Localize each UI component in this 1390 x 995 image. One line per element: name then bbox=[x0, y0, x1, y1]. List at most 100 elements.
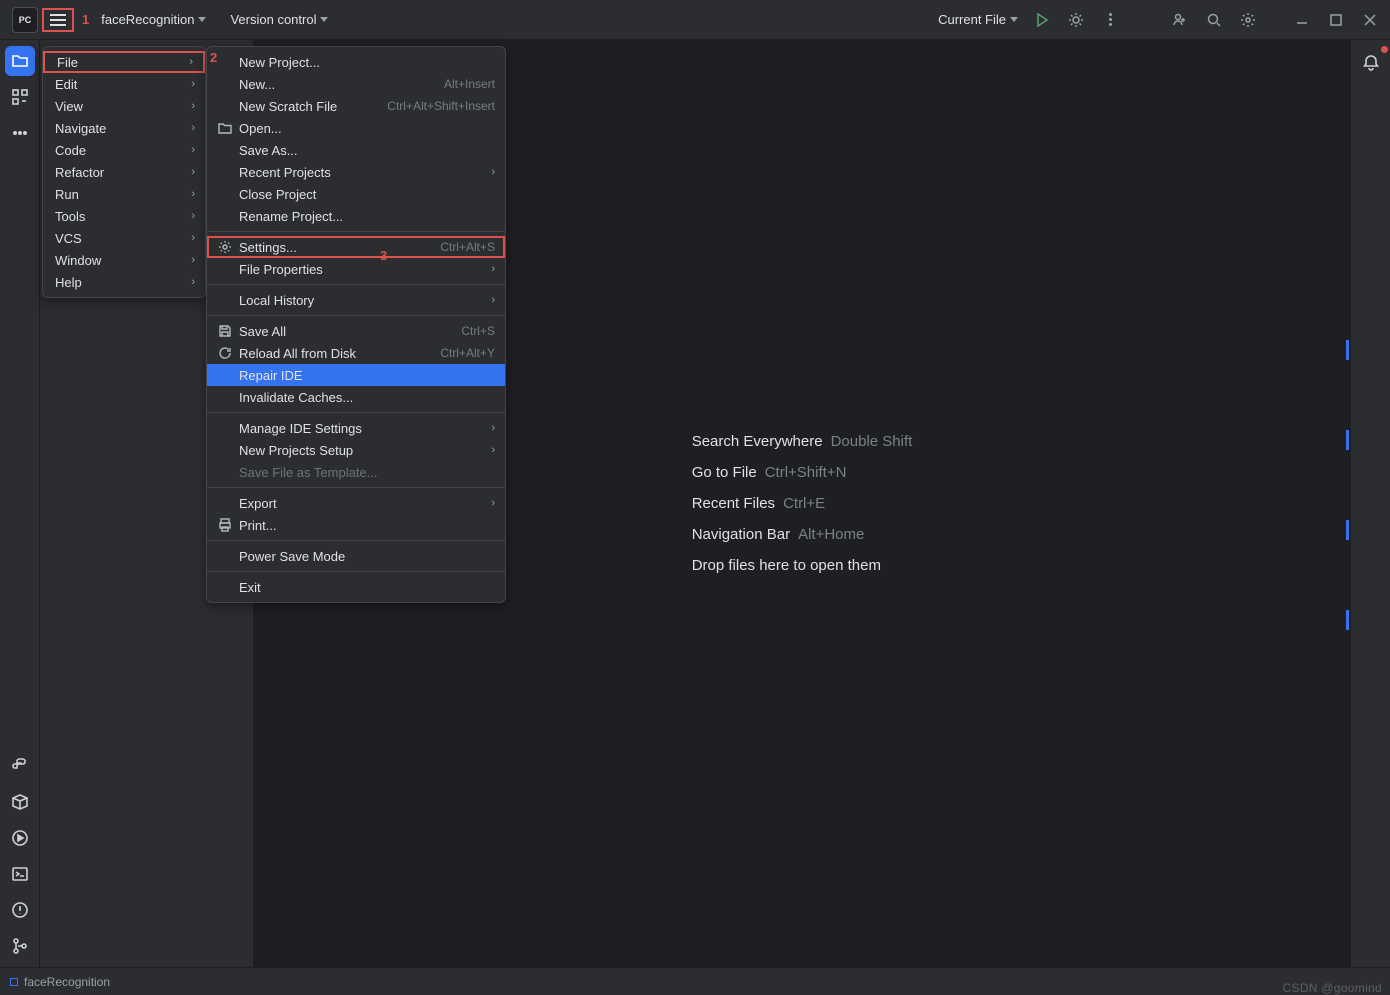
menu-item-file[interactable]: File› bbox=[43, 51, 205, 73]
file-export[interactable]: Export› bbox=[207, 492, 505, 514]
notifications-button[interactable] bbox=[1356, 48, 1386, 78]
chevron-down-icon bbox=[198, 17, 206, 22]
chevron-right-icon: › bbox=[491, 497, 495, 509]
scrollbar-marks bbox=[1346, 340, 1350, 630]
menu-item-edit[interactable]: Edit› bbox=[43, 73, 205, 95]
shortcut-label: Ctrl+Shift+N bbox=[765, 464, 847, 481]
terminal-button[interactable] bbox=[5, 859, 35, 889]
hint-goto-file: Go to FileCtrl+Shift+N bbox=[692, 464, 913, 481]
file-repair-ide[interactable]: Repair IDE bbox=[207, 364, 505, 386]
separator bbox=[207, 487, 505, 488]
python-packages-button[interactable] bbox=[5, 787, 35, 817]
chevron-right-icon: › bbox=[191, 188, 195, 200]
menu-item-window[interactable]: Window› bbox=[43, 249, 205, 271]
file-local-history[interactable]: Local History› bbox=[207, 289, 505, 311]
close-button[interactable] bbox=[1356, 6, 1384, 34]
file-close-project[interactable]: Close Project bbox=[207, 183, 505, 205]
separator bbox=[207, 412, 505, 413]
run-config-dropdown[interactable]: Current File bbox=[934, 8, 1022, 31]
chevron-right-icon: › bbox=[189, 56, 193, 68]
separator bbox=[207, 231, 505, 232]
chevron-right-icon: › bbox=[191, 144, 195, 156]
file-open[interactable]: Open... bbox=[207, 117, 505, 139]
separator bbox=[207, 315, 505, 316]
more-tools-button[interactable] bbox=[5, 118, 35, 148]
file-recent-projects[interactable]: Recent Projects› bbox=[207, 161, 505, 183]
project-dropdown[interactable]: faceRecognition bbox=[95, 8, 212, 31]
version-control-dropdown[interactable]: Version control bbox=[224, 8, 334, 31]
titlebar: PC 1 faceRecognition Version control Cur… bbox=[0, 0, 1390, 40]
app-icon: PC bbox=[12, 7, 38, 33]
menu-item-navigate[interactable]: Navigate› bbox=[43, 117, 205, 139]
menu-item-view[interactable]: View› bbox=[43, 95, 205, 117]
file-new[interactable]: New...Alt+Insert bbox=[207, 73, 505, 95]
file-save-all[interactable]: Save AllCtrl+S bbox=[207, 320, 505, 342]
project-name-label: faceRecognition bbox=[101, 12, 194, 27]
menu-item-refactor[interactable]: Refactor› bbox=[43, 161, 205, 183]
hint-navigation-bar: Navigation BarAlt+Home bbox=[692, 526, 913, 543]
chevron-right-icon: › bbox=[191, 254, 195, 266]
separator bbox=[207, 571, 505, 572]
more-actions-button[interactable] bbox=[1096, 6, 1124, 34]
code-with-me-button[interactable] bbox=[1166, 6, 1194, 34]
version-control-label: Version control bbox=[230, 12, 316, 27]
file-new-scratch[interactable]: New Scratch FileCtrl+Alt+Shift+Insert bbox=[207, 95, 505, 117]
save-icon bbox=[217, 323, 233, 339]
chevron-right-icon: › bbox=[191, 122, 195, 134]
file-reload-from-disk[interactable]: Reload All from DiskCtrl+Alt+Y bbox=[207, 342, 505, 364]
menu-item-tools[interactable]: Tools› bbox=[43, 205, 205, 227]
chevron-right-icon: › bbox=[191, 232, 195, 244]
settings-button[interactable] bbox=[1234, 6, 1262, 34]
chevron-down-icon bbox=[1010, 17, 1018, 22]
version-control-button[interactable] bbox=[5, 931, 35, 961]
file-properties[interactable]: File Properties› bbox=[207, 258, 505, 280]
left-tool-rail bbox=[0, 40, 40, 967]
file-submenu: New Project... New...Alt+Insert New Scra… bbox=[206, 46, 506, 603]
file-save-as[interactable]: Save As... bbox=[207, 139, 505, 161]
minimize-button[interactable] bbox=[1288, 6, 1316, 34]
annotation-2: 2 bbox=[210, 50, 217, 65]
status-project[interactable]: faceRecognition bbox=[10, 975, 110, 989]
shortcut-label: Double Shift bbox=[831, 433, 913, 450]
menu-item-help[interactable]: Help› bbox=[43, 271, 205, 293]
run-button[interactable] bbox=[1028, 6, 1056, 34]
chevron-right-icon: › bbox=[491, 166, 495, 178]
hint-search-everywhere: Search EverywhereDouble Shift bbox=[692, 433, 913, 450]
file-rename-project[interactable]: Rename Project... bbox=[207, 205, 505, 227]
chevron-right-icon: › bbox=[491, 294, 495, 306]
file-manage-ide-settings[interactable]: Manage IDE Settings› bbox=[207, 417, 505, 439]
annotation-1: 1 bbox=[82, 12, 89, 27]
problems-button[interactable] bbox=[5, 895, 35, 925]
file-power-save-mode[interactable]: Power Save Mode bbox=[207, 545, 505, 567]
file-invalidate-caches[interactable]: Invalidate Caches... bbox=[207, 386, 505, 408]
file-new-projects-setup[interactable]: New Projects Setup› bbox=[207, 439, 505, 461]
menu-item-code[interactable]: Code› bbox=[43, 139, 205, 161]
menu-item-run[interactable]: Run› bbox=[43, 183, 205, 205]
menu-item-vcs[interactable]: VCS› bbox=[43, 227, 205, 249]
project-tool-button[interactable] bbox=[5, 46, 35, 76]
search-button[interactable] bbox=[1200, 6, 1228, 34]
chevron-right-icon: › bbox=[491, 422, 495, 434]
maximize-button[interactable] bbox=[1322, 6, 1350, 34]
main-menu-button[interactable] bbox=[42, 8, 74, 32]
status-bar: faceRecognition CSDN @goomind bbox=[0, 967, 1390, 995]
structure-tool-button[interactable] bbox=[5, 82, 35, 112]
file-print[interactable]: Print... bbox=[207, 514, 505, 536]
file-exit[interactable]: Exit bbox=[207, 576, 505, 598]
python-console-button[interactable] bbox=[5, 751, 35, 781]
reload-icon bbox=[217, 345, 233, 361]
file-new-project[interactable]: New Project... bbox=[207, 51, 505, 73]
file-settings[interactable]: Settings...Ctrl+Alt+S bbox=[207, 236, 505, 258]
debug-button[interactable] bbox=[1062, 6, 1090, 34]
titlebar-right: Current File bbox=[934, 6, 1384, 34]
shortcut-label: Alt+Home bbox=[798, 526, 864, 543]
services-button[interactable] bbox=[5, 823, 35, 853]
chevron-right-icon: › bbox=[191, 166, 195, 178]
project-status-icon bbox=[10, 978, 18, 986]
shortcut-label: Ctrl+Alt+S bbox=[440, 240, 495, 254]
welcome-hints: Search EverywhereDouble Shift Go to File… bbox=[692, 433, 913, 574]
chevron-right-icon: › bbox=[191, 210, 195, 222]
notification-dot-icon bbox=[1381, 46, 1388, 53]
gear-icon bbox=[217, 239, 233, 255]
shortcut-label: Ctrl+Alt+Y bbox=[440, 346, 495, 360]
